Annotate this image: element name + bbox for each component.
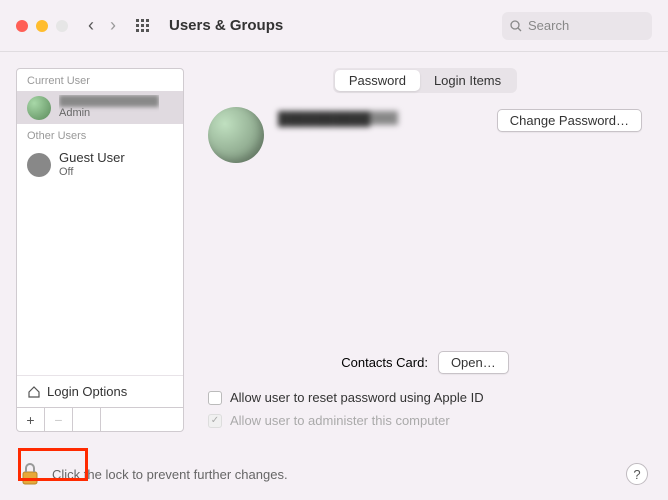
- user-header: ██████████ Change Password…: [198, 107, 652, 163]
- tabs: Password Login Items: [198, 68, 652, 93]
- help-button[interactable]: ?: [626, 463, 648, 485]
- toolbar: ‹ › Users & Groups Search: [0, 0, 668, 52]
- search-placeholder: Search: [528, 18, 569, 33]
- login-options-label: Login Options: [47, 384, 127, 399]
- login-options-button[interactable]: Login Options: [17, 375, 183, 407]
- tab-password[interactable]: Password: [335, 70, 420, 91]
- home-icon: [27, 385, 41, 399]
- allow-admin-label: Allow user to administer this computer: [230, 413, 450, 428]
- user-display-name: ██████████: [278, 111, 398, 125]
- zoom-window-button: [56, 20, 68, 32]
- allow-admin-row: ✓ Allow user to administer this computer: [198, 409, 652, 432]
- minimize-window-button[interactable]: [36, 20, 48, 32]
- allow-reset-label: Allow user to reset password using Apple…: [230, 390, 484, 405]
- remove-user-button: −: [45, 408, 73, 431]
- current-user-name: ██████████: [59, 95, 159, 107]
- contacts-card-label: Contacts Card:: [341, 355, 428, 370]
- add-user-button[interactable]: +: [17, 408, 45, 431]
- content: Current User ██████████ Admin Other User…: [0, 52, 668, 448]
- avatar-icon: [27, 96, 51, 120]
- user-button-bar: + −: [17, 407, 183, 431]
- footer-text: Click the lock to prevent further change…: [52, 467, 626, 482]
- sidebar-item-current-user[interactable]: ██████████ Admin: [17, 91, 183, 124]
- tab-login-items[interactable]: Login Items: [420, 70, 515, 91]
- back-button[interactable]: ‹: [88, 15, 94, 36]
- sidebar-item-guest-user[interactable]: Guest User Off: [17, 146, 183, 183]
- nav-arrows: ‹ ›: [88, 15, 116, 36]
- allow-reset-checkbox[interactable]: [208, 391, 222, 405]
- allow-admin-checkbox: ✓: [208, 414, 222, 428]
- avatar-icon: [27, 153, 51, 177]
- other-users-header: Other Users: [17, 124, 183, 146]
- change-password-button[interactable]: Change Password…: [497, 109, 642, 132]
- search-input[interactable]: Search: [502, 12, 652, 40]
- close-window-button[interactable]: [16, 20, 28, 32]
- forward-button: ›: [110, 15, 116, 36]
- user-avatar[interactable]: [208, 107, 264, 163]
- footer: Click the lock to prevent further change…: [0, 448, 668, 500]
- main-panel: Password Login Items ██████████ Change P…: [198, 68, 652, 432]
- traffic-lights: [16, 20, 68, 32]
- window-title: Users & Groups: [169, 17, 502, 34]
- current-user-header: Current User: [17, 69, 183, 91]
- contacts-card-row: Contacts Card: Open…: [198, 351, 652, 374]
- search-icon: [510, 20, 522, 32]
- lock-icon[interactable]: [20, 462, 40, 486]
- show-all-icon[interactable]: [136, 19, 149, 32]
- open-contacts-button[interactable]: Open…: [438, 351, 509, 374]
- allow-reset-row: Allow user to reset password using Apple…: [198, 386, 652, 409]
- user-extra-button: [73, 408, 101, 431]
- sidebar: Current User ██████████ Admin Other User…: [16, 68, 184, 432]
- guest-user-name: Guest User: [59, 150, 125, 166]
- guest-user-role: Off: [59, 166, 125, 179]
